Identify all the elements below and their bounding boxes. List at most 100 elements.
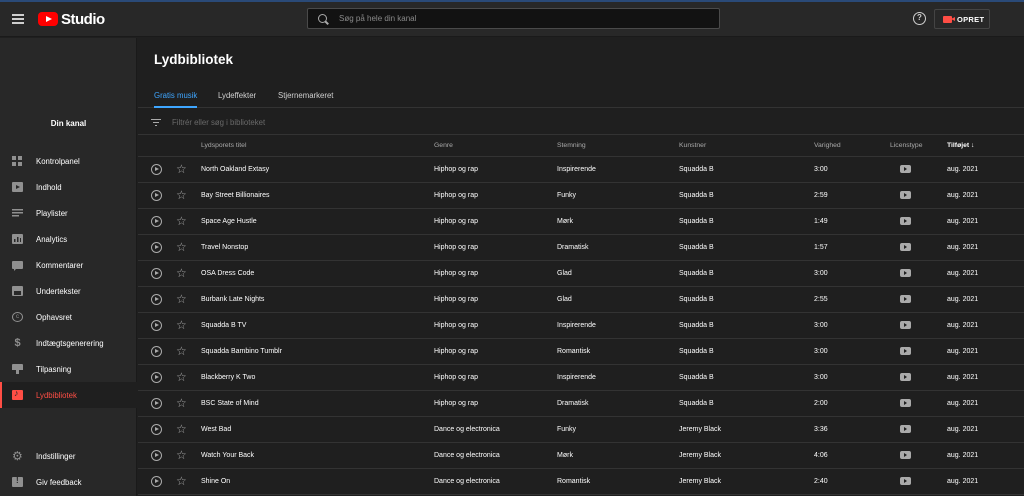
star-icon[interactable]: ☆ — [176, 474, 187, 488]
tracks-table: Lydsporets titel Genre Stemning Kunstner… — [138, 135, 1024, 495]
sidebar-item-settings[interactable]: ⚙ Indstillinger — [0, 443, 137, 469]
tab-starred[interactable]: Stjernemarkeret — [278, 91, 333, 108]
sidebar-item-label: Ophavsret — [36, 312, 72, 322]
filter-bar[interactable]: Filtrér eller søg i biblioteket — [138, 109, 1024, 135]
play-icon[interactable] — [151, 320, 162, 331]
logo-text: Studio — [61, 10, 105, 28]
star-icon[interactable]: ☆ — [176, 370, 187, 384]
play-icon[interactable] — [151, 190, 162, 201]
column-header-title[interactable]: Lydsporets titel — [201, 142, 246, 149]
channel-label[interactable]: Din kanal — [0, 119, 137, 128]
table-row[interactable]: ☆ Travel Nonstop Hiphop og rap Dramatisk Squ… — [138, 235, 1024, 261]
table-row[interactable]: ☆ Burbank Late Nights Hiphop og rap Glad Squ… — [138, 287, 1024, 313]
track-mood: Dramatisk — [557, 244, 589, 251]
column-header-license[interactable]: Licenstype — [890, 142, 923, 149]
help-icon[interactable]: ? — [913, 12, 926, 25]
column-header-duration[interactable]: Varighed — [814, 142, 841, 149]
star-icon[interactable]: ☆ — [176, 422, 187, 436]
youtube-license-icon — [900, 217, 911, 225]
play-icon[interactable] — [151, 268, 162, 279]
table-row[interactable]: ☆ North Oakland Extasy Hiphop og rap Inspir… — [138, 157, 1024, 183]
star-icon[interactable]: ☆ — [176, 292, 187, 306]
sidebar-item-feedback[interactable]: Giv feedback — [0, 469, 137, 495]
studio-logo[interactable]: Studio — [38, 10, 105, 28]
youtube-license-icon — [900, 347, 911, 355]
track-added: aug. 2021 — [947, 192, 979, 199]
copyright-icon: c — [12, 312, 23, 322]
filter-icon[interactable] — [151, 119, 161, 126]
sidebar-item-customization[interactable]: Tilpasning — [0, 356, 137, 382]
play-icon[interactable] — [151, 398, 162, 409]
play-icon[interactable] — [151, 294, 162, 305]
tab-sound-effects[interactable]: Lydeffekter — [218, 91, 256, 108]
tab-free-music[interactable]: Gratis musik — [154, 91, 198, 108]
star-icon[interactable]: ☆ — [176, 396, 187, 410]
star-icon[interactable]: ☆ — [176, 214, 187, 228]
table-row[interactable]: ☆ Watch Your Back Dance og electronica Mørk… — [138, 443, 1024, 469]
dashboard-icon — [12, 156, 23, 166]
sidebar-bottom-nav: ⚙ Indstillinger Giv feedback — [0, 443, 137, 495]
audio-library-icon — [12, 388, 23, 400]
track-title: BSC State of Mind — [201, 400, 259, 407]
youtube-license-icon — [900, 165, 911, 173]
column-header-genre[interactable]: Genre — [434, 142, 453, 149]
sort-arrow-icon: ↓ — [971, 142, 975, 149]
sidebar-item-subtitles[interactable]: Undertekster — [0, 278, 137, 304]
table-row[interactable]: ☆ BSC State of Mind Hiphop og rap Dramatisk… — [138, 391, 1024, 417]
sidebar-item-playlists[interactable]: Playlister — [0, 200, 137, 226]
track-added: aug. 2021 — [947, 166, 979, 173]
sidebar-item-label: Tilpasning — [36, 364, 72, 374]
dollar-icon: $ — [14, 337, 21, 349]
track-title: Shine On — [201, 478, 231, 485]
table-row[interactable]: ☆ Squadda B TV Hiphop og rap Inspirerende Sq… — [138, 313, 1024, 339]
column-header-artist[interactable]: Kunstner — [679, 142, 706, 149]
play-icon[interactable] — [151, 346, 162, 357]
play-icon[interactable] — [151, 164, 162, 175]
track-mood: Inspirerende — [557, 374, 596, 381]
track-artist: Jeremy Black — [679, 478, 722, 485]
column-header-mood[interactable]: Stemning — [557, 142, 586, 149]
track-title: Watch Your Back — [201, 452, 255, 459]
table-row[interactable]: ☆ Space Age Hustle Hiphop og rap Mørk Squadd… — [138, 209, 1024, 235]
star-icon[interactable]: ☆ — [176, 240, 187, 254]
sidebar-item-label: Playlister — [36, 208, 68, 218]
star-icon[interactable]: ☆ — [176, 162, 187, 176]
sidebar-item-comments[interactable]: Kommentarer — [0, 252, 137, 278]
table-row[interactable]: ☆ West Bad Dance og electronica Funky Jeremy… — [138, 417, 1024, 443]
star-icon[interactable]: ☆ — [176, 266, 187, 280]
menu-icon[interactable] — [12, 14, 24, 24]
create-button[interactable]: OPRET — [934, 9, 990, 29]
star-icon[interactable]: ☆ — [176, 448, 187, 462]
play-icon[interactable] — [151, 424, 162, 435]
track-duration: 2:55 — [814, 296, 828, 303]
star-icon[interactable]: ☆ — [176, 318, 187, 332]
sidebar-item-analytics[interactable]: Analytics — [0, 226, 137, 252]
table-row[interactable]: ☆ Blackberry K Two Hiphop og rap Inspireren… — [138, 365, 1024, 391]
table-row[interactable]: ☆ Bay Street Billionaires Hiphop og rap Fun… — [138, 183, 1024, 209]
track-mood: Romantisk — [557, 348, 591, 355]
play-icon[interactable] — [151, 476, 162, 487]
track-title: Travel Nonstop — [201, 244, 249, 251]
content-icon — [12, 182, 23, 192]
track-artist: Jeremy Black — [679, 426, 722, 433]
track-added: aug. 2021 — [947, 270, 979, 277]
column-header-added[interactable]: Tilføjet ↓ — [947, 142, 974, 149]
sidebar-item-copyright[interactable]: c Ophavsret — [0, 304, 137, 330]
sidebar-item-content[interactable]: Indhold — [0, 174, 137, 200]
table-row[interactable]: ☆ OSA Dress Code Hiphop og rap Glad Squadda … — [138, 261, 1024, 287]
play-icon[interactable] — [151, 242, 162, 253]
filter-input[interactable]: Filtrér eller søg i biblioteket — [172, 118, 265, 127]
sidebar-item-dashboard[interactable]: Kontrolpanel — [0, 148, 137, 174]
search-input[interactable]: Søg på hele din kanal — [307, 8, 720, 29]
sidebar-item-audio-library[interactable]: Lydbibliotek — [0, 382, 137, 408]
sidebar-item-label: Kommentarer — [36, 260, 84, 270]
table-row[interactable]: ☆ Shine On Dance og electronica Romantisk Je… — [138, 469, 1024, 495]
play-icon[interactable] — [151, 372, 162, 383]
star-icon[interactable]: ☆ — [176, 344, 187, 358]
sidebar-item-monetization[interactable]: $ Indtægtsgenerering — [0, 330, 137, 356]
star-icon[interactable]: ☆ — [176, 188, 187, 202]
play-icon[interactable] — [151, 450, 162, 461]
play-icon[interactable] — [151, 216, 162, 227]
track-artist: Jeremy Black — [679, 452, 722, 459]
table-row[interactable]: ☆ Squadda Bambino Tumblr Hiphop og rap Roma… — [138, 339, 1024, 365]
